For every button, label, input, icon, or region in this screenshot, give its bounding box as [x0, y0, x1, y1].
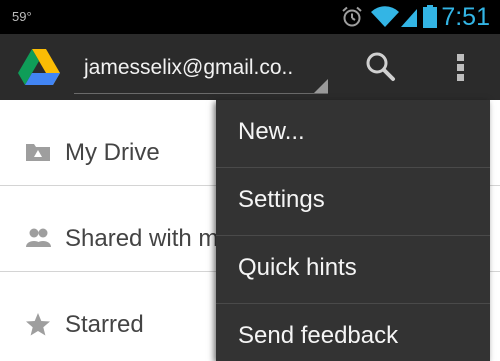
- menu-item-quick-hints[interactable]: Quick hints: [216, 236, 490, 304]
- overflow-menu: New... Settings Quick hints Send feedbac…: [216, 100, 490, 361]
- clock-time: 7:51: [441, 3, 490, 31]
- menu-item-new[interactable]: New...: [216, 100, 490, 168]
- dropdown-arrow-icon: [314, 79, 328, 93]
- account-selector[interactable]: jamesselix@gmail.co..: [74, 44, 328, 94]
- nav-item-label: Shared with me: [65, 225, 232, 252]
- nav-item-label: My Drive: [65, 139, 160, 166]
- account-email: jamesselix@gmail.co..: [84, 56, 294, 79]
- menu-item-label: Settings: [238, 186, 325, 213]
- alarm-icon: [342, 6, 362, 27]
- cell-signal-icon: [401, 9, 417, 27]
- menu-item-send-feedback[interactable]: Send feedback: [216, 304, 490, 361]
- search-button[interactable]: [356, 46, 406, 88]
- status-bar: 59° 7:51: [0, 0, 500, 34]
- weather-temperature: 59°: [12, 9, 32, 24]
- menu-item-label: Quick hints: [238, 254, 357, 281]
- action-bar: jamesselix@gmail.co..: [0, 34, 500, 100]
- wifi-icon: [371, 6, 399, 28]
- menu-item-label: New...: [238, 118, 305, 145]
- menu-item-settings[interactable]: Settings: [216, 168, 490, 236]
- star-icon: [26, 313, 50, 336]
- overflow-menu-button[interactable]: [448, 46, 474, 88]
- drive-folder-icon: [26, 144, 50, 161]
- menu-item-label: Send feedback: [238, 322, 399, 349]
- search-icon: [366, 52, 395, 81]
- nav-item-label: Starred: [65, 311, 144, 338]
- overflow-menu-icon: [457, 54, 464, 61]
- people-icon: [26, 228, 51, 247]
- google-drive-logo[interactable]: [17, 48, 61, 86]
- battery-icon: [423, 5, 437, 28]
